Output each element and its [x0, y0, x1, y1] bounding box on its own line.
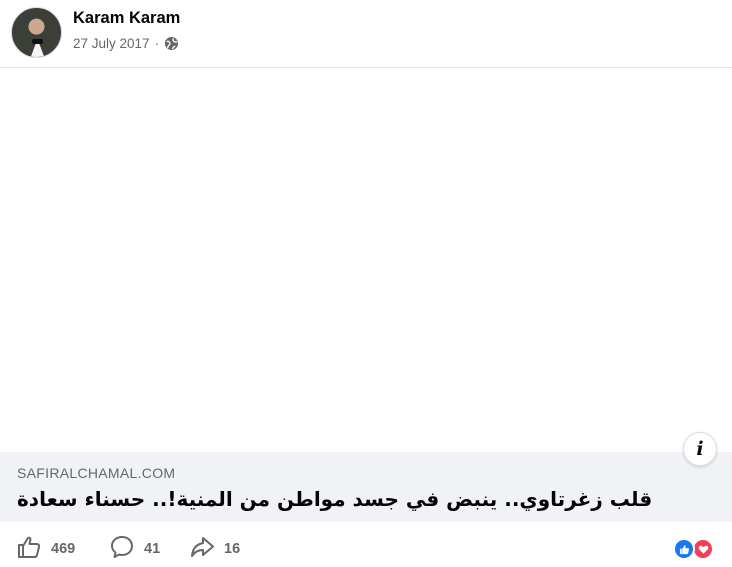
- avatar[interactable]: [11, 7, 62, 58]
- post-header: Karam Karam 27 July 2017 ·: [0, 0, 732, 67]
- thumbs-up-icon: [16, 534, 42, 564]
- action-bar: 469 41 16: [0, 528, 732, 567]
- post-meta: 27 July 2017 ·: [73, 36, 179, 51]
- reaction-summary[interactable]: [673, 538, 718, 560]
- info-icon[interactable]: i: [683, 432, 717, 466]
- author-name[interactable]: Karam Karam: [73, 9, 180, 28]
- share-icon: [189, 534, 215, 564]
- comment-count: 41: [144, 541, 161, 557]
- comment-button[interactable]: 41: [109, 534, 160, 564]
- like-count: 469: [51, 541, 76, 557]
- post-date[interactable]: 27 July 2017: [73, 36, 150, 51]
- share-button[interactable]: 16: [189, 534, 240, 564]
- globe-icon[interactable]: [164, 36, 179, 51]
- like-button[interactable]: 469: [16, 534, 75, 564]
- avatar-bowtie: [32, 39, 43, 44]
- share-count: 16: [224, 541, 241, 557]
- love-reaction-icon: [692, 538, 714, 560]
- link-title[interactable]: قلب زغرتاوي.. ينبض في جسد مواطن من المني…: [17, 487, 652, 511]
- meta-separator: ·: [154, 36, 160, 51]
- link-preview[interactable]: SAFIRALCHAMAL.COM قلب زغرتاوي.. ينبض في …: [0, 452, 732, 522]
- like-reaction-icon: [673, 538, 695, 560]
- link-domain: SAFIRALCHAMAL.COM: [17, 465, 176, 481]
- link-image[interactable]: [0, 68, 732, 452]
- comment-icon: [109, 534, 135, 564]
